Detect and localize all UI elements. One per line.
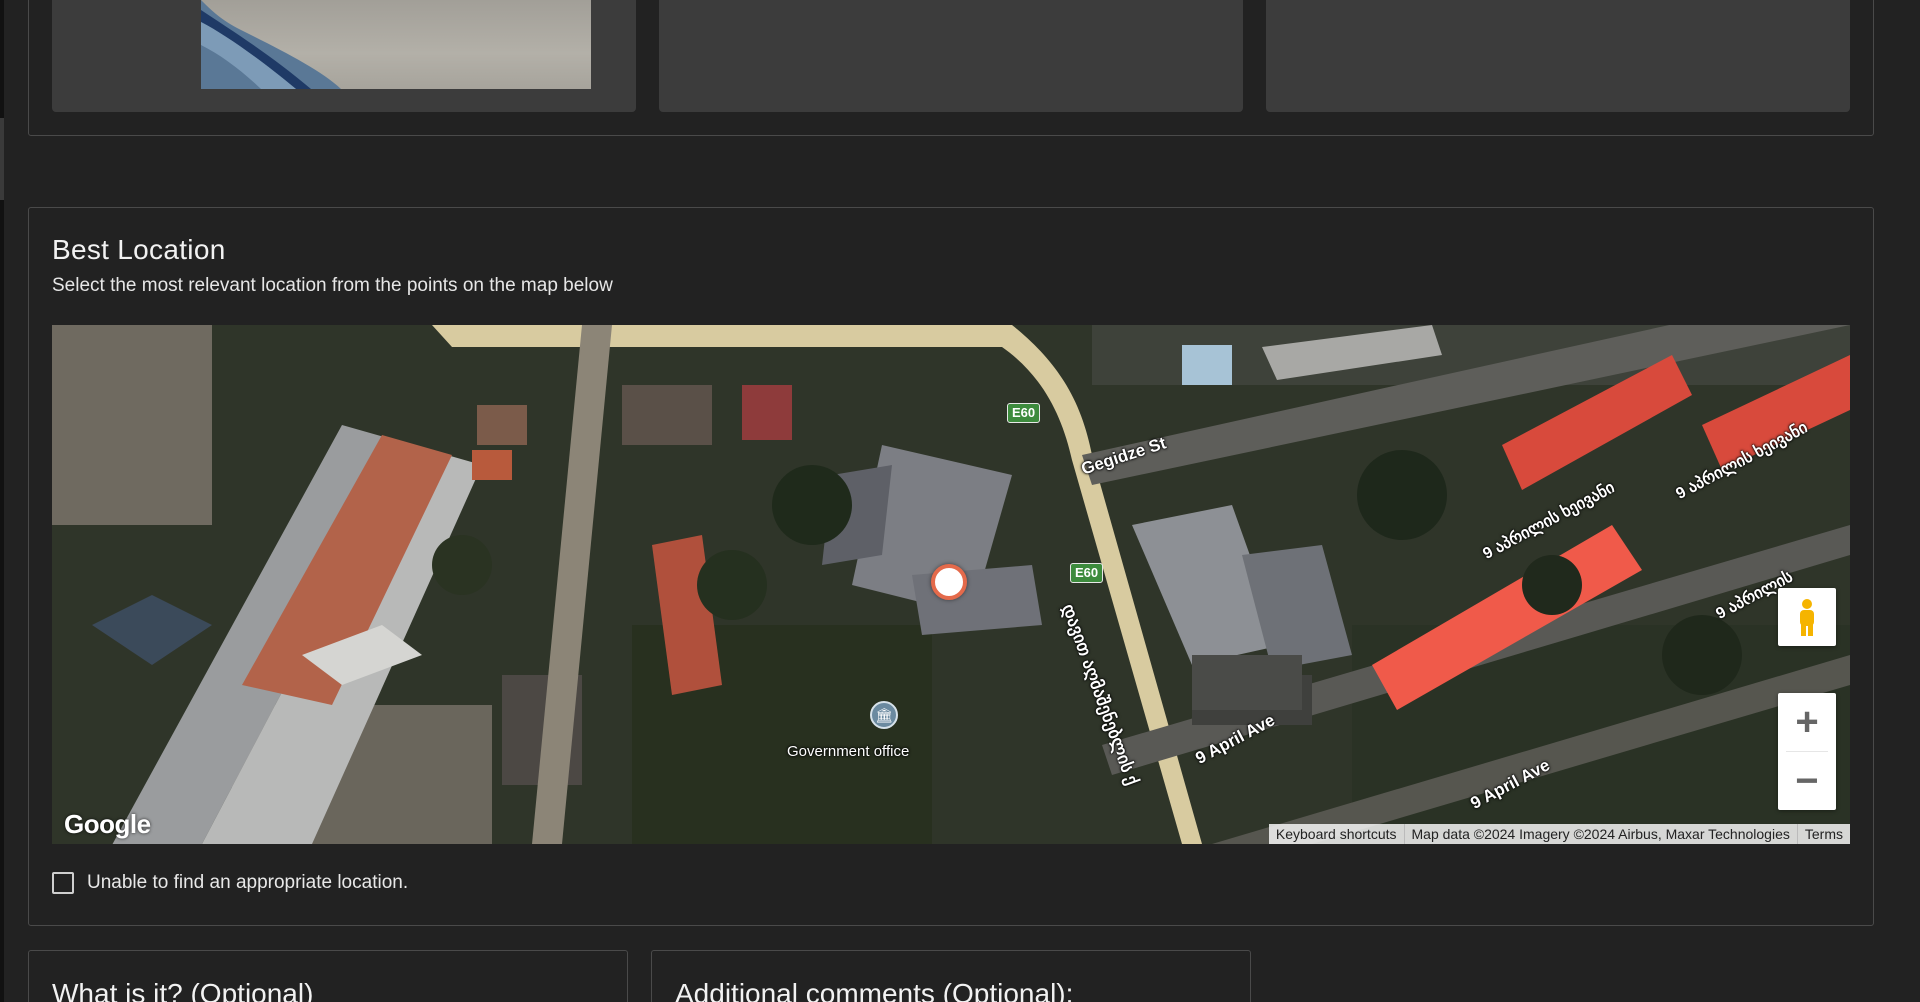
image-thumbnail-3[interactable] [1266,0,1850,112]
route-shield-e60-2: E60 [1070,563,1104,583]
government-office-icon[interactable]: 🏛 [870,701,898,729]
pegman-icon [1800,599,1814,636]
unable-location-row[interactable]: Unable to find an appropriate location. [52,872,408,894]
image-thumbnail-1[interactable] [52,0,636,112]
poi-label-government-office[interactable]: Government office [787,743,909,760]
zoom-in-button[interactable]: + [1778,693,1836,751]
terms-link[interactable]: Terms [1796,824,1850,844]
what-is-it-title: What is it? (Optional) [52,978,314,1002]
route-shield-e60-1: E60 [1007,403,1041,423]
location-map[interactable]: Gegidze St E60 E60 დავით აღმაშენებლის ქ … [52,325,1850,844]
car-photo-illustration [201,0,341,89]
map-data-attribution: Map data ©2024 Imagery ©2024 Airbus, Max… [1403,824,1797,844]
street-view-pegman-button[interactable] [1778,588,1836,646]
keyboard-shortcuts-link[interactable]: Keyboard shortcuts [1269,824,1404,844]
location-pin-marker[interactable] [931,564,967,600]
left-rail-segment [0,118,4,200]
left-rail [0,0,4,1002]
thumbnail-photo [201,0,591,89]
unable-location-label[interactable]: Unable to find an appropriate location. [87,872,408,894]
google-logo: Google [64,809,151,839]
best-location-subtitle: Select the most relevant location from t… [52,275,613,296]
map-attribution: Keyboard shortcuts Map data ©2024 Imager… [1268,824,1850,844]
best-location-title: Best Location [52,234,226,265]
zoom-control: + − [1778,693,1836,810]
image-thumbnail-2[interactable] [659,0,1243,112]
page: Best Location Select the most relevant l… [0,0,1920,1002]
unable-location-checkbox[interactable] [52,872,74,894]
additional-comments-title: Additional comments (Optional): [675,978,1074,1002]
zoom-out-button[interactable]: − [1778,752,1836,810]
